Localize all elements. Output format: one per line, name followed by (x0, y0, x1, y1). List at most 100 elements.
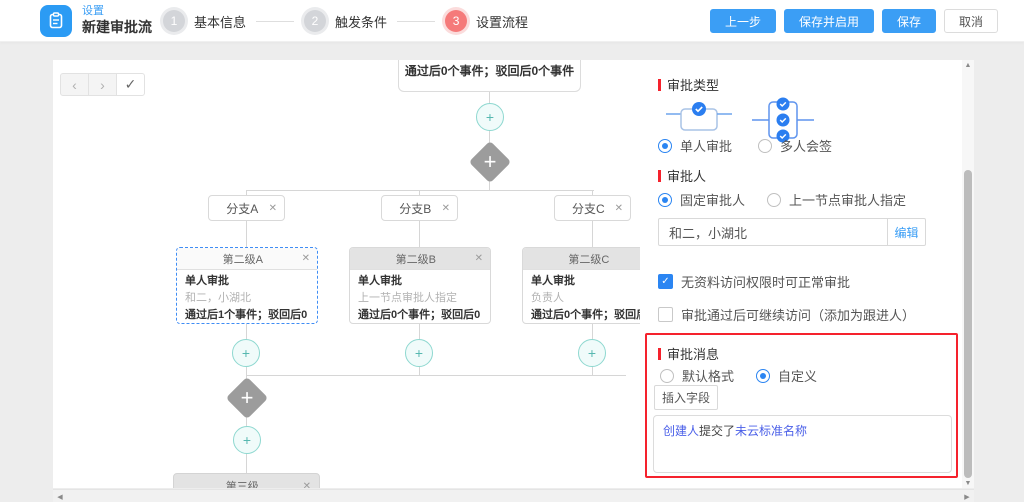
canvas-toolbar: ‹ › ✓ (60, 73, 144, 96)
edit-approver-button[interactable]: 编辑 (888, 218, 926, 246)
radio-multi-countersign[interactable]: 多人会签 (758, 136, 832, 155)
add-node-button[interactable]: + (578, 339, 606, 367)
step-separator (256, 21, 294, 22)
check-icon: ✓ (125, 76, 137, 93)
close-icon[interactable]: ✕ (442, 203, 450, 214)
plus-icon: + (415, 345, 423, 361)
previous-step-button[interactable]: 上一步 (710, 9, 776, 33)
add-node-button[interactable]: + (232, 339, 260, 367)
add-node-button[interactable]: + (233, 426, 261, 454)
checkbox-row-access-permission[interactable]: ✓ 无资料访问权限时可正常审批 (658, 272, 850, 291)
approval-type-options: 单人审批 多人会签 (658, 136, 832, 155)
card-title: 第二级B (357, 251, 475, 267)
plus-icon: + (486, 109, 494, 125)
app-icon (40, 5, 72, 37)
checkbox-label: 无资料访问权限时可正常审批 (681, 272, 850, 291)
radio-icon[interactable] (767, 193, 781, 207)
single-approval-icon[interactable] (664, 100, 734, 140)
scroll-up-icon[interactable]: ▲ (962, 60, 974, 70)
radio-label: 单人审批 (680, 136, 732, 155)
message-text: 提交了 (699, 424, 735, 438)
section-title: 审批消息 (667, 344, 719, 363)
plus-icon: + (242, 345, 250, 361)
radio-single-approval[interactable]: 单人审批 (658, 136, 732, 155)
branch-label: 分支C (562, 200, 615, 217)
start-approval-node[interactable]: 通过后0个事件；驳回后0个事件 (398, 60, 581, 92)
plus-icon: + (588, 345, 596, 361)
radio-fixed-approver[interactable]: 固定审批人 (658, 190, 745, 209)
scroll-right-icon[interactable]: ▶ (960, 490, 974, 502)
section-title: 审批人 (667, 166, 706, 185)
radio-icon[interactable] (658, 193, 672, 207)
third-level-node[interactable]: 第三级 ✕ (173, 473, 320, 488)
field-token[interactable]: 创建人 (663, 424, 699, 438)
redo-button[interactable]: › (88, 73, 117, 96)
checkbox-icon[interactable]: ✓ (658, 274, 673, 289)
radio-custom-format[interactable]: 自定义 (756, 366, 817, 385)
card-events: 通过后0个事件；驳回后0个事件 (358, 307, 482, 324)
field-token[interactable]: 未云标准名称 (735, 424, 807, 438)
radio-icon[interactable] (756, 369, 770, 383)
card-events: 通过后0个事件；驳回后0个事件 (531, 307, 655, 324)
radio-previous-node-approver[interactable]: 上一节点审批人指定 (767, 190, 906, 209)
condition-node[interactable] (226, 377, 268, 419)
save-and-enable-button[interactable]: 保存并启用 (784, 9, 874, 33)
step-setup-flow[interactable]: 3 设置流程 (445, 10, 528, 32)
message-content-textarea[interactable]: 创建人提交了未云标准名称 (653, 415, 952, 473)
header-buttons: 上一步 保存并启用 保存 取消 (702, 9, 998, 33)
radio-default-format[interactable]: 默认格式 (660, 366, 734, 385)
approver-input[interactable] (658, 218, 888, 246)
node-events-text: 通过后0个事件；驳回后0个事件 (405, 62, 574, 79)
step-number: 2 (304, 10, 326, 32)
checkbox-icon[interactable] (658, 307, 673, 322)
card-assignee: 负责人 (531, 290, 655, 307)
add-node-button[interactable]: + (476, 103, 504, 131)
title-block: 设置 新建审批流 (82, 4, 152, 37)
radio-label: 多人会签 (780, 136, 832, 155)
cancel-button[interactable]: 取消 (944, 9, 998, 33)
step-label: 基本信息 (194, 12, 246, 31)
close-icon[interactable]: ✕ (615, 203, 623, 214)
close-icon[interactable]: ✕ (475, 253, 483, 264)
undo-button[interactable]: ‹ (60, 73, 89, 96)
connector-line (592, 221, 593, 247)
app-section-label: 设置 (82, 4, 152, 18)
checkbox-row-continue-access[interactable]: 审批通过后可继续访问（添加为跟进人） (658, 305, 915, 324)
branch-node-a[interactable]: 分支A ✕ (208, 195, 285, 221)
validate-button[interactable]: ✓ (116, 73, 145, 96)
canvas-horizontal-scrollbar[interactable]: ◀ ▶ (53, 489, 974, 502)
connector-line (246, 221, 247, 247)
radio-label: 固定审批人 (680, 190, 745, 209)
branch-node-c[interactable]: 分支C ✕ (554, 195, 631, 221)
close-icon[interactable]: ✕ (303, 481, 311, 489)
close-icon[interactable]: ✕ (269, 203, 277, 214)
step-label: 触发条件 (335, 12, 387, 31)
card-header: 第二级A ✕ (177, 248, 317, 270)
branch-node-b[interactable]: 分支B ✕ (381, 195, 458, 221)
scroll-left-icon[interactable]: ◀ (53, 490, 67, 502)
required-marker (658, 79, 661, 91)
step-trigger-condition[interactable]: 2 触发条件 (304, 10, 387, 32)
step-basic-info[interactable]: 1 基本信息 (163, 10, 246, 32)
step-label: 设置流程 (476, 12, 528, 31)
add-node-button[interactable]: + (405, 339, 433, 367)
approver-section-label: 审批人 (658, 166, 706, 185)
settings-panel: 审批类型 单人审批 多人会签 (640, 60, 974, 488)
save-button[interactable]: 保存 (882, 9, 936, 33)
insert-field-button[interactable]: 插入字段 (654, 385, 718, 410)
approval-card-a[interactable]: 第二级A ✕ 单人审批 和二，小湖北 通过后1个事件；驳回后0个事件 (176, 247, 318, 324)
radio-icon[interactable] (658, 139, 672, 153)
card-assignee: 上一节点审批人指定 (358, 290, 482, 307)
radio-icon[interactable] (758, 139, 772, 153)
condition-node[interactable] (469, 141, 511, 183)
step-number: 3 (445, 10, 467, 32)
close-icon[interactable]: ✕ (302, 253, 310, 264)
radio-icon[interactable] (660, 369, 674, 383)
approval-type-section-label: 审批类型 (658, 75, 719, 94)
scroll-down-icon[interactable]: ▼ (962, 478, 974, 488)
scrollbar-thumb[interactable] (964, 170, 972, 478)
panel-scrollbar[interactable]: ▲ ▼ (962, 60, 974, 488)
checkbox-label: 审批通过后可继续访问（添加为跟进人） (681, 305, 915, 324)
card-approval-type: 单人审批 (358, 273, 482, 290)
approval-card-b[interactable]: 第二级B ✕ 单人审批 上一节点审批人指定 通过后0个事件；驳回后0个事件 (349, 247, 491, 324)
